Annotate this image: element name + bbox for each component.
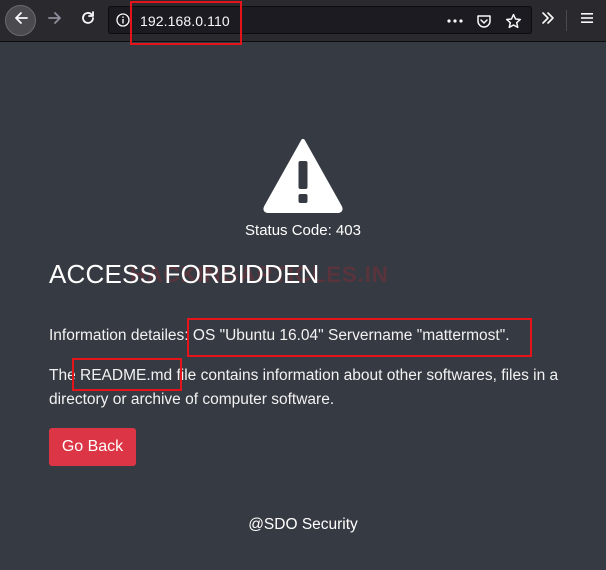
browser-toolbar: 192.168.0.110 [0, 0, 606, 42]
readme-prefix: The [49, 367, 81, 384]
information-paragraph: Information detailes: OS "Ubuntu 16.04" … [49, 324, 569, 348]
url-bar[interactable]: 192.168.0.110 [108, 6, 532, 34]
footer-credit: @SDO Security [248, 516, 358, 533]
url-actions [445, 11, 523, 31]
toolbar-divider [566, 10, 567, 31]
arrow-right-icon [47, 10, 63, 31]
more-horizontal-icon[interactable] [445, 11, 465, 31]
info-label: Information detailes: [49, 327, 193, 344]
reload-icon [80, 10, 96, 31]
page-title: ACCESS FORBIDDEN [49, 259, 320, 289]
menu-button[interactable] [572, 5, 602, 35]
forward-button[interactable] [40, 5, 70, 35]
url-text[interactable]: 192.168.0.110 [140, 13, 230, 29]
readme-filename: README.md [80, 367, 173, 384]
warning-icon [262, 137, 344, 213]
overflow-button[interactable] [533, 5, 563, 35]
go-back-button[interactable]: Go Back [49, 428, 136, 466]
info-icon[interactable] [116, 13, 130, 27]
server-info: OS "Ubuntu 16.04" Servername "mattermost… [192, 327, 510, 344]
pocket-icon[interactable] [474, 11, 494, 31]
arrow-left-icon [13, 10, 29, 31]
reload-button[interactable] [73, 5, 103, 35]
status-code: Status Code: 403 [245, 222, 361, 239]
back-button[interactable] [5, 5, 36, 36]
readme-paragraph: The README.md file contains information … [49, 364, 569, 412]
hamburger-menu-icon [580, 11, 594, 30]
double-chevron-icon [540, 10, 556, 31]
star-icon[interactable] [503, 11, 523, 31]
